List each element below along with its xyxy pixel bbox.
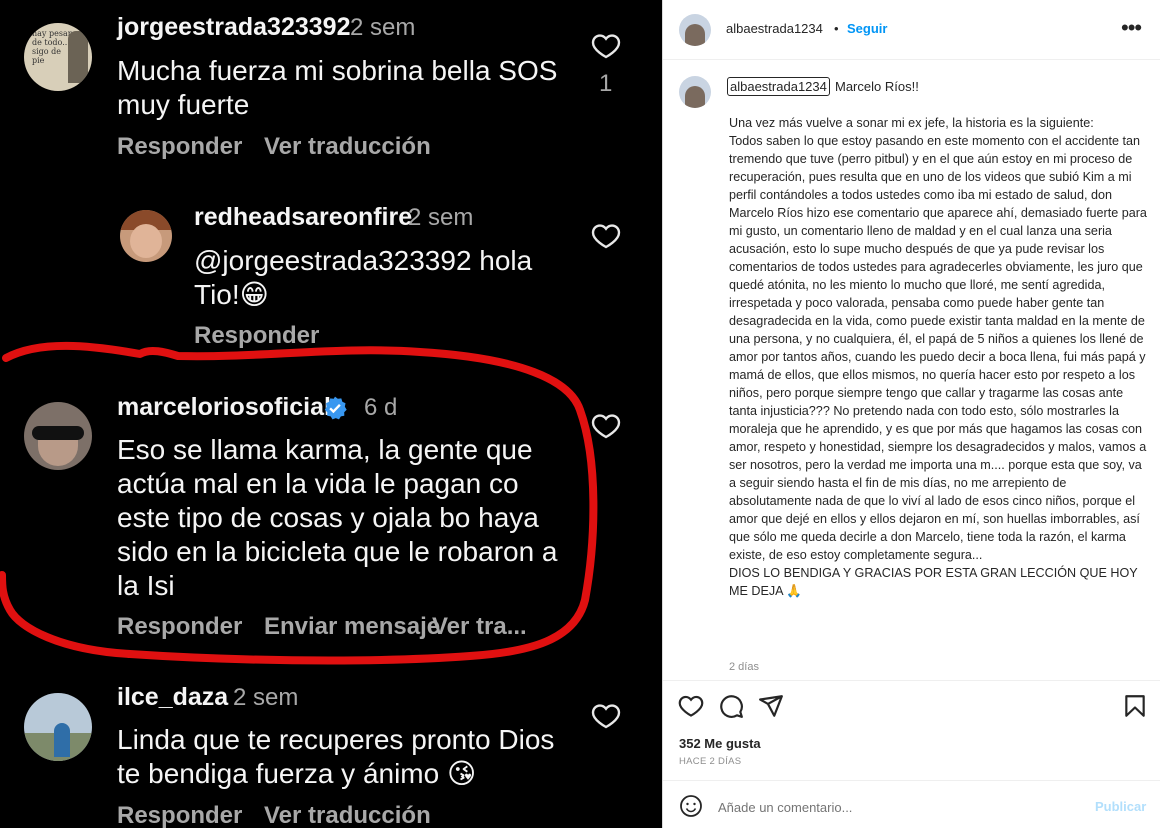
comment-username[interactable]: marceloriosoficial — [117, 393, 331, 422]
author-avatar[interactable] — [679, 14, 711, 46]
divider — [663, 680, 1160, 681]
comment-input[interactable] — [718, 796, 1078, 818]
follow-button[interactable]: Seguir — [847, 21, 887, 36]
caption-text: Una vez más vuelve a sonar mi ex jefe, l… — [729, 116, 1147, 598]
avatar-person — [685, 86, 705, 108]
reply-button[interactable]: Responder — [117, 133, 242, 161]
comment-username[interactable]: ilce_daza — [117, 683, 228, 712]
avatar-person — [54, 723, 70, 757]
reply-button[interactable]: Responder — [117, 802, 242, 828]
posted-ago: HACE 2 DÍAS — [679, 756, 742, 767]
see-translation-button[interactable]: Ver traducción — [264, 133, 431, 161]
avatar[interactable] — [24, 693, 92, 761]
comment-time: 2 sem — [233, 684, 299, 711]
more-options-icon[interactable]: ••• — [1121, 17, 1142, 39]
send-message-button[interactable]: Enviar mensaje — [264, 613, 440, 641]
reply-button[interactable]: Responder — [117, 613, 242, 641]
divider — [663, 780, 1160, 781]
comment-time: 2 sem — [408, 204, 474, 231]
comments-screenshot: hay pesar de todo... sigo de pie jorgees… — [0, 0, 662, 828]
heart-icon[interactable] — [590, 31, 622, 61]
heart-icon[interactable] — [590, 221, 622, 251]
see-translation-button[interactable]: Ver tra... — [432, 613, 527, 641]
avatar-sunglasses — [32, 426, 84, 440]
caption-headline: Marcelo Ríos!! — [835, 79, 919, 94]
emoji-icon[interactable] — [679, 794, 703, 818]
comment-time: 2 sem — [350, 14, 416, 41]
caption-avatar[interactable] — [679, 76, 711, 108]
avatar[interactable] — [120, 210, 172, 262]
comment-username[interactable]: jorgeestrada323392 — [117, 13, 350, 42]
verified-badge-icon — [324, 396, 347, 420]
avatar-face — [130, 224, 162, 258]
follow-separator: • — [834, 21, 839, 36]
avatar-person — [685, 24, 705, 46]
comment-text: Eso se llama karma, la gente que actúa m… — [117, 434, 558, 601]
see-translation-button[interactable]: Ver traducción — [264, 802, 431, 828]
like-heart-icon[interactable] — [678, 693, 704, 719]
comment-text: Mucha fuerza mi sobrina bella SOS muy fu… — [117, 55, 558, 120]
comment-text: Linda que te recuperes pronto Dios te be… — [117, 724, 555, 789]
caption-username[interactable]: albaestrada1234 — [727, 77, 830, 96]
like-count: 1 — [599, 70, 613, 97]
save-bookmark-icon[interactable] — [1122, 693, 1148, 719]
post-header: albaestrada1234 • Seguir ••• — [663, 0, 1160, 60]
likes-count[interactable]: 352 Me gusta — [679, 736, 761, 751]
comment-bubble-icon[interactable] — [718, 693, 744, 719]
avatar-face — [38, 440, 78, 466]
comment-time: 6 d — [364, 394, 398, 421]
heart-icon[interactable] — [590, 701, 622, 731]
author-username[interactable]: albaestrada1234 — [726, 21, 823, 36]
caption-time: 2 días — [729, 661, 759, 673]
publish-button[interactable]: Publicar — [1095, 799, 1146, 814]
avatar[interactable]: hay pesar de todo... sigo de pie — [24, 23, 92, 91]
avatar-quote-text: hay pesar de todo... sigo de pie — [32, 29, 72, 65]
comment-username[interactable]: redheadsareonfire — [194, 203, 412, 232]
comment-text: @jorgeestrada323392 hola Tio!😁 — [194, 245, 533, 310]
reply-button[interactable]: Responder — [194, 322, 319, 350]
avatar-figure — [68, 31, 88, 83]
share-plane-icon[interactable] — [758, 693, 784, 719]
heart-icon[interactable] — [590, 411, 622, 441]
post-panel: albaestrada1234 • Seguir ••• albaestrada… — [662, 0, 1160, 828]
avatar[interactable] — [24, 402, 92, 470]
